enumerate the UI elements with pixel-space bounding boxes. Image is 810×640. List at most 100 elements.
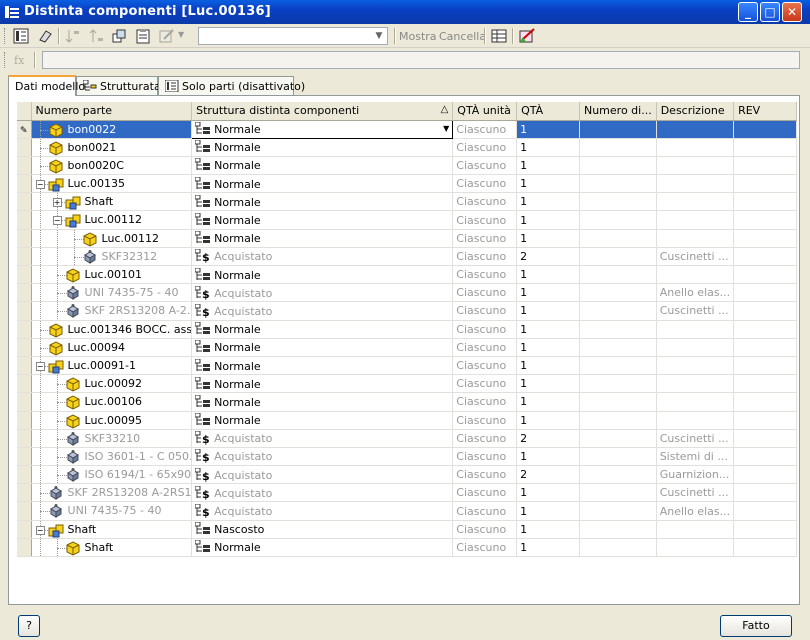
part-number-cell[interactable]: UNI 7435-75 - 40 [31, 501, 193, 521]
part-number-cell[interactable]: Luc.00094 [31, 338, 193, 357]
column-header-item-number[interactable]: Numero di... [579, 102, 657, 121]
description-cell[interactable] [656, 210, 735, 230]
show-button[interactable]: Mostra [399, 30, 437, 43]
unit-qty-cell[interactable]: Ciascuno [452, 265, 518, 285]
bom-structure-cell[interactable]: $ Acquistato [191, 465, 454, 485]
unit-qty-cell[interactable]: Ciascuno [452, 538, 518, 558]
toolbar-grip[interactable] [4, 28, 7, 44]
sort-ascending-icon[interactable] [64, 27, 82, 45]
description-cell[interactable]: Anello elas... [656, 501, 735, 521]
rev-cell[interactable] [733, 192, 797, 212]
unit-qty-cell[interactable]: Ciascuno [452, 447, 518, 467]
row-selector[interactable] [17, 283, 32, 303]
row-selector[interactable] [17, 320, 32, 339]
row-selector[interactable]: ✎ [17, 120, 32, 139]
help-button[interactable]: ? [18, 615, 40, 637]
table-row[interactable]: + Shaft Normale Ciascuno 1 [17, 192, 797, 212]
table-row[interactable]: SKF 2RS13208 A-2RS1 $ Acquistato Ciascuno 1 C… [17, 483, 797, 503]
item-number-cell[interactable] [579, 356, 657, 376]
tab-model-data[interactable]: Dati modello [8, 75, 85, 96]
qty-cell[interactable]: 1 [516, 411, 580, 430]
description-cell[interactable] [656, 192, 735, 212]
unit-qty-cell[interactable]: Ciascuno [452, 192, 518, 212]
row-selector[interactable] [17, 465, 32, 485]
collapse-icon[interactable]: − [35, 361, 45, 371]
part-number-cell[interactable]: Luc.00092 [31, 374, 193, 394]
unit-qty-cell[interactable]: Ciascuno [452, 411, 518, 430]
item-number-cell[interactable] [579, 265, 657, 285]
description-cell[interactable]: Guarnizion... [656, 465, 735, 485]
item-number-cell[interactable] [579, 411, 657, 430]
bom-structure-cell[interactable]: $ Acquistato [191, 447, 454, 467]
row-selector[interactable] [17, 301, 32, 321]
description-cell[interactable] [656, 520, 735, 539]
column-header-part-number[interactable]: Numero parte [31, 102, 193, 121]
part-number-cell[interactable]: UNI 7435-75 - 40 [31, 283, 193, 303]
unit-qty-cell[interactable]: Ciascuno [452, 356, 518, 376]
bom-table-icon[interactable] [12, 27, 30, 45]
chevron-down-icon[interactable]: ▼ [372, 29, 386, 43]
description-cell[interactable] [656, 320, 735, 339]
table-row[interactable]: bon0021 Normale Ciascuno 1 [17, 138, 797, 157]
renumber-icon[interactable] [110, 27, 128, 45]
bom-structure-cell[interactable]: $ Acquistato [191, 483, 454, 503]
description-cell[interactable]: Anello elas... [656, 283, 735, 303]
qty-cell[interactable]: 1 [516, 338, 580, 357]
part-number-cell[interactable]: Luc.00101 [31, 265, 193, 285]
rev-cell[interactable] [733, 320, 797, 339]
part-number-cell[interactable]: − Shaft [31, 520, 193, 539]
table-row[interactable]: Luc.00094 Normale Ciascuno 1 [17, 338, 797, 357]
unit-qty-cell[interactable]: Ciascuno [452, 120, 518, 139]
table-row[interactable]: Luc.00095 Normale Ciascuno 1 [17, 411, 797, 430]
part-number-cell[interactable]: − Luc.00135 [31, 174, 193, 194]
unit-qty-cell[interactable]: Ciascuno [452, 465, 518, 485]
description-cell[interactable] [656, 374, 735, 394]
rev-cell[interactable] [733, 247, 797, 267]
qty-cell[interactable]: 1 [516, 301, 580, 321]
bom-structure-cell[interactable]: Normale ▼ [191, 119, 454, 139]
toolbar-grip[interactable] [4, 52, 7, 68]
description-cell[interactable]: Cuscinetti ... [656, 483, 735, 503]
edit-dropdown-icon[interactable] [158, 27, 176, 45]
description-cell[interactable] [656, 392, 735, 412]
qty-cell[interactable]: 1 [516, 156, 580, 176]
unit-qty-cell[interactable]: Ciascuno [452, 520, 518, 539]
bom-structure-cell[interactable]: Normale [191, 374, 454, 394]
rev-cell[interactable] [733, 174, 797, 194]
item-number-cell[interactable] [579, 538, 657, 558]
part-number-cell[interactable]: Shaft [31, 538, 193, 558]
qty-cell[interactable]: 1 [516, 392, 580, 412]
qty-cell[interactable]: 1 [516, 520, 580, 539]
eraser-icon[interactable] [36, 27, 54, 45]
qty-cell[interactable]: 1 [516, 483, 580, 503]
bom-structure-cell[interactable]: $ Acquistato [191, 301, 454, 321]
table-row[interactable]: ISO 6194/1 - 65x90... $ Acquistato Ciascuno… [17, 465, 797, 485]
rev-cell[interactable] [733, 447, 797, 467]
item-number-cell[interactable] [579, 120, 657, 139]
part-number-cell[interactable]: bon0020C [31, 156, 193, 176]
table-row[interactable]: Luc.00101 Normale Ciascuno 1 [17, 265, 797, 285]
item-number-cell[interactable] [579, 447, 657, 467]
column-header-bom-structure[interactable]: Struttura distinta componenti △ [191, 102, 454, 121]
item-number-cell[interactable] [579, 210, 657, 230]
part-number-cell[interactable]: − Luc.00091-1 [31, 356, 193, 376]
item-number-cell[interactable] [579, 338, 657, 357]
rev-cell[interactable] [733, 411, 797, 430]
bom-structure-cell[interactable]: Normale [191, 192, 454, 212]
unit-qty-cell[interactable]: Ciascuno [452, 338, 518, 357]
bom-structure-cell[interactable]: Normale [191, 174, 454, 194]
table-row[interactable]: − Luc.00135 Normale Ciascuno 1 [17, 174, 797, 194]
qty-cell[interactable]: 1 [516, 210, 580, 230]
qty-cell[interactable]: 1 [516, 538, 580, 558]
qty-cell[interactable]: 1 [516, 192, 580, 212]
item-number-cell[interactable] [579, 283, 657, 303]
description-cell[interactable] [656, 338, 735, 357]
part-number-cell[interactable]: + Shaft [31, 192, 193, 212]
bom-structure-cell[interactable]: $ Acquistato [191, 247, 454, 267]
clipboard-icon[interactable] [134, 27, 152, 45]
table-row[interactable]: Luc.00092 Normale Ciascuno 1 [17, 374, 797, 394]
part-number-cell[interactable]: SKF 2RS13208 A-2... [31, 301, 193, 321]
bom-structure-cell[interactable]: Normale [191, 229, 454, 248]
rev-cell[interactable] [733, 465, 797, 485]
row-selector[interactable] [17, 374, 32, 394]
